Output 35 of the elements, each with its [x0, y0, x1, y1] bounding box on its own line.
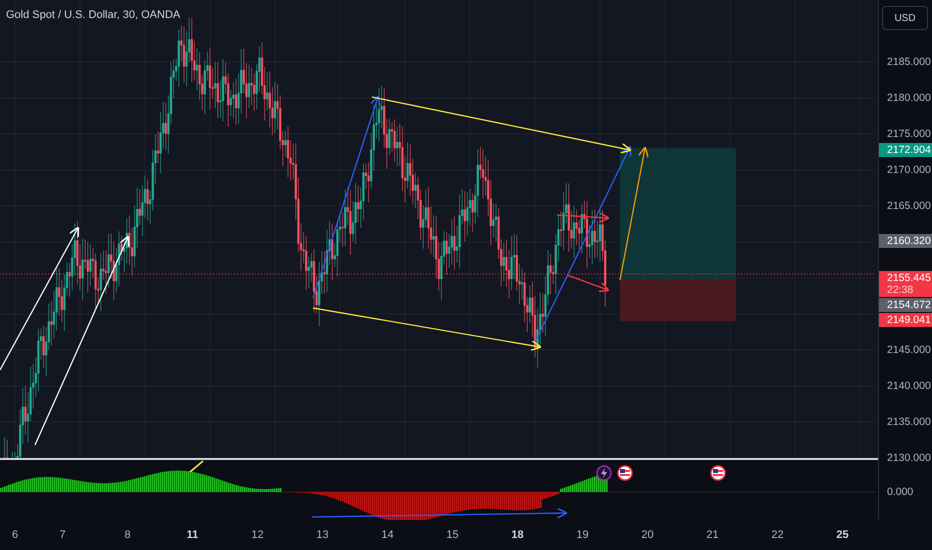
price-label: 2170.000 [887, 164, 931, 176]
price-label: 2185.000 [887, 56, 931, 68]
trend-line [190, 460, 204, 473]
lightning-icon[interactable] [596, 465, 612, 481]
time-label: 22 [770, 528, 785, 543]
time-label: 11 [186, 528, 200, 543]
time-label: 6 [10, 528, 20, 543]
flag-icon[interactable] [617, 465, 633, 481]
price-tag: 2172.904 [879, 143, 932, 157]
time-label: 20 [640, 528, 655, 543]
price-label: 2140.000 [887, 380, 931, 392]
price-tag: 2155.445 22:38 [879, 271, 932, 297]
price-label: 2135.000 [887, 416, 931, 428]
price-tag: 2154.672 [879, 298, 932, 312]
time-label: 18 [510, 528, 525, 543]
price-tag: 2160.320 [879, 234, 932, 248]
time-label: 19 [575, 528, 590, 543]
price-tag: 2149.041 [879, 313, 932, 327]
time-label: 25 [835, 528, 850, 543]
price-label: 2145.000 [887, 344, 931, 356]
time-label: 14 [380, 528, 395, 543]
price-label: 2130.000 [887, 452, 931, 464]
time-label: 8 [123, 528, 132, 543]
price-label: 2180.000 [887, 92, 931, 104]
chart-title: Gold Spot / U.S. Dollar, 30, OANDA [6, 9, 180, 21]
price-label: 2175.000 [887, 128, 931, 140]
indicator-label: 0.000 [887, 486, 914, 498]
flag-icon[interactable] [710, 465, 726, 481]
time-label: 15 [445, 528, 460, 543]
time-label: 12 [250, 528, 265, 543]
time-label: 13 [315, 528, 330, 543]
time-label: 7 [58, 528, 67, 543]
time-label: 21 [705, 528, 720, 543]
price-label: 2165.000 [887, 200, 931, 212]
currency-button[interactable]: USD [882, 6, 928, 30]
